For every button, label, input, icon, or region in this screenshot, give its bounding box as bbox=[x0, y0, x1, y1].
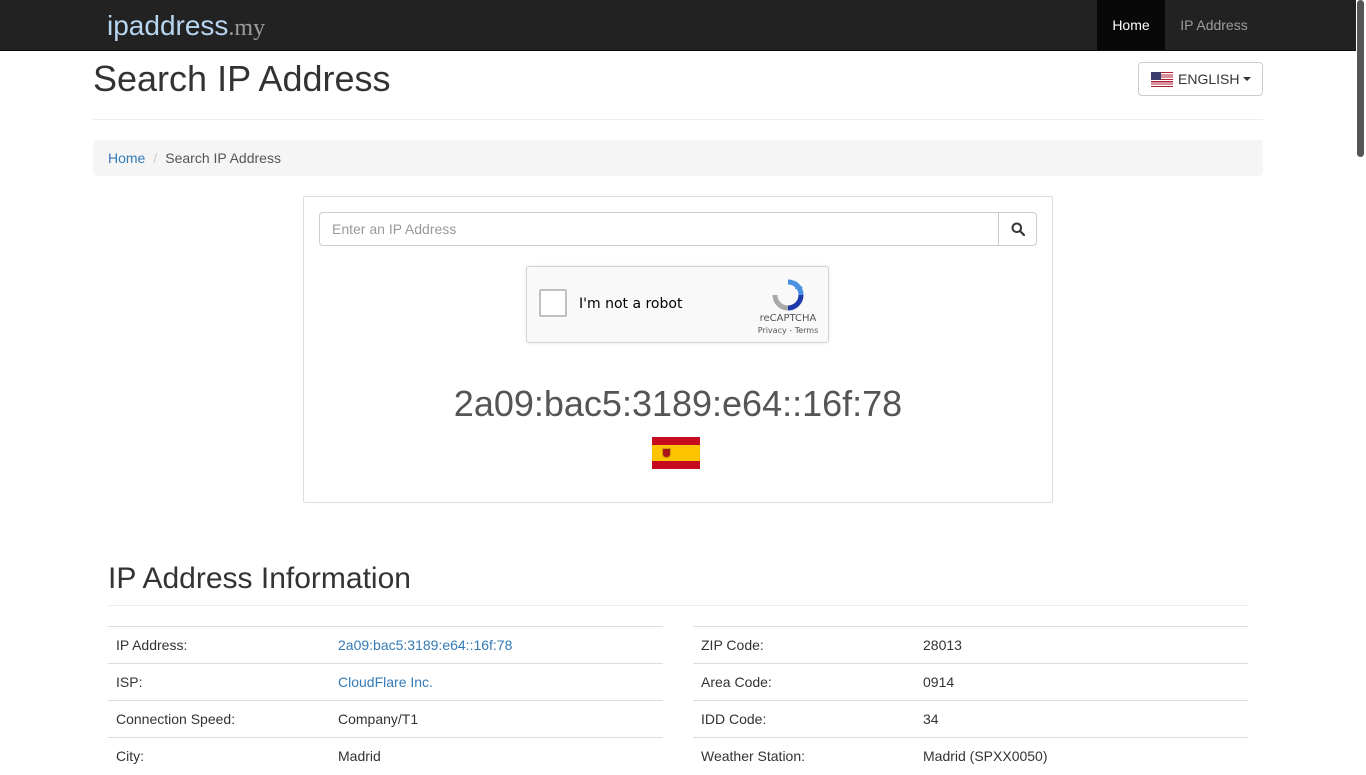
recaptcha-logo-icon bbox=[772, 279, 804, 311]
breadcrumb-current: Search IP Address bbox=[165, 150, 281, 166]
recaptcha-privacy-link[interactable]: Privacy bbox=[758, 326, 787, 335]
ip-address-link[interactable]: 2a09:bac5:3189:e64::16f:78 bbox=[338, 637, 512, 653]
info-value-cell: 2a09:bac5:3189:e64::16f:78 bbox=[330, 626, 663, 664]
info-label: Area Code: bbox=[693, 663, 915, 701]
site-logo[interactable]: ipaddress.my bbox=[107, 8, 265, 46]
table-row: ISP: CloudFlare Inc. bbox=[108, 663, 663, 701]
recaptcha-terms-link[interactable]: Terms bbox=[795, 326, 819, 335]
info-value: Madrid bbox=[330, 737, 663, 775]
info-label: Connection Speed: bbox=[108, 700, 330, 738]
info-value: Company/T1 bbox=[330, 700, 663, 738]
brand-name: ipaddress bbox=[107, 10, 229, 41]
search-icon bbox=[1011, 222, 1025, 236]
info-table-right: ZIP Code: 28013 Area Code: 0914 IDD Code… bbox=[693, 626, 1248, 775]
recaptcha-widget: I'm not a robot reCAPTCHA Privacy - Term… bbox=[526, 266, 829, 343]
recaptcha-checkbox[interactable] bbox=[539, 289, 567, 317]
info-label: Weather Station: bbox=[693, 737, 915, 775]
caret-down-icon bbox=[1243, 77, 1252, 81]
table-row: IDD Code: 34 bbox=[693, 700, 1248, 738]
info-label: ISP: bbox=[108, 663, 330, 701]
isp-link[interactable]: CloudFlare Inc. bbox=[338, 674, 433, 690]
header-divider bbox=[93, 119, 1263, 120]
table-row: ZIP Code: 28013 bbox=[693, 626, 1248, 664]
info-value-cell: CloudFlare Inc. bbox=[330, 663, 663, 701]
info-value: Madrid (SPXX0050) bbox=[915, 737, 1248, 775]
result-ip-address: 2a09:bac5:3189:e64::16f:78 bbox=[453, 383, 903, 424]
nav-link-ip-address[interactable]: IP Address bbox=[1165, 0, 1263, 50]
recaptcha-brand: reCAPTCHA bbox=[759, 313, 817, 324]
info-table-left: IP Address: 2a09:bac5:3189:e64::16f:78 I… bbox=[108, 626, 663, 775]
us-flag-icon bbox=[1151, 71, 1173, 87]
breadcrumb: Home / Search IP Address bbox=[93, 140, 1263, 176]
page-title: Search IP Address bbox=[93, 58, 391, 99]
language-label: ENGLISH bbox=[1178, 71, 1240, 87]
table-row: Area Code: 0914 bbox=[693, 663, 1248, 701]
breadcrumb-home-link[interactable]: Home bbox=[108, 150, 145, 166]
spain-crest bbox=[662, 448, 671, 458]
spain-flag-icon bbox=[652, 437, 700, 469]
nav-link-home[interactable]: Home bbox=[1097, 0, 1165, 50]
info-value: 34 bbox=[915, 700, 1248, 738]
section-divider bbox=[108, 605, 1248, 606]
table-row: City: Madrid bbox=[108, 737, 663, 775]
info-label: IP Address: bbox=[108, 626, 330, 664]
language-dropdown-button[interactable]: ENGLISH bbox=[1138, 62, 1263, 96]
table-row: Weather Station: Madrid (SPXX0050) bbox=[693, 737, 1248, 775]
info-label: IDD Code: bbox=[693, 700, 915, 738]
info-section-title: IP Address Information bbox=[108, 562, 411, 595]
breadcrumb-separator: / bbox=[153, 150, 158, 166]
info-value: 0914 bbox=[915, 663, 1248, 701]
ip-search-input[interactable] bbox=[319, 212, 999, 246]
brand-tld: .my bbox=[228, 15, 266, 41]
scrollbar-thumb[interactable] bbox=[1357, 0, 1364, 157]
recaptcha-label: I'm not a robot bbox=[579, 296, 683, 312]
top-navbar: ipaddress.my Home IP Address bbox=[0, 0, 1356, 51]
search-button[interactable] bbox=[998, 212, 1037, 246]
table-row: Connection Speed: Company/T1 bbox=[108, 700, 663, 738]
info-label: City: bbox=[108, 737, 330, 775]
info-label: ZIP Code: bbox=[693, 626, 915, 664]
table-row: IP Address: 2a09:bac5:3189:e64::16f:78 bbox=[108, 626, 663, 664]
info-value: 28013 bbox=[915, 626, 1248, 664]
recaptcha-links: Privacy - Terms bbox=[757, 326, 819, 335]
